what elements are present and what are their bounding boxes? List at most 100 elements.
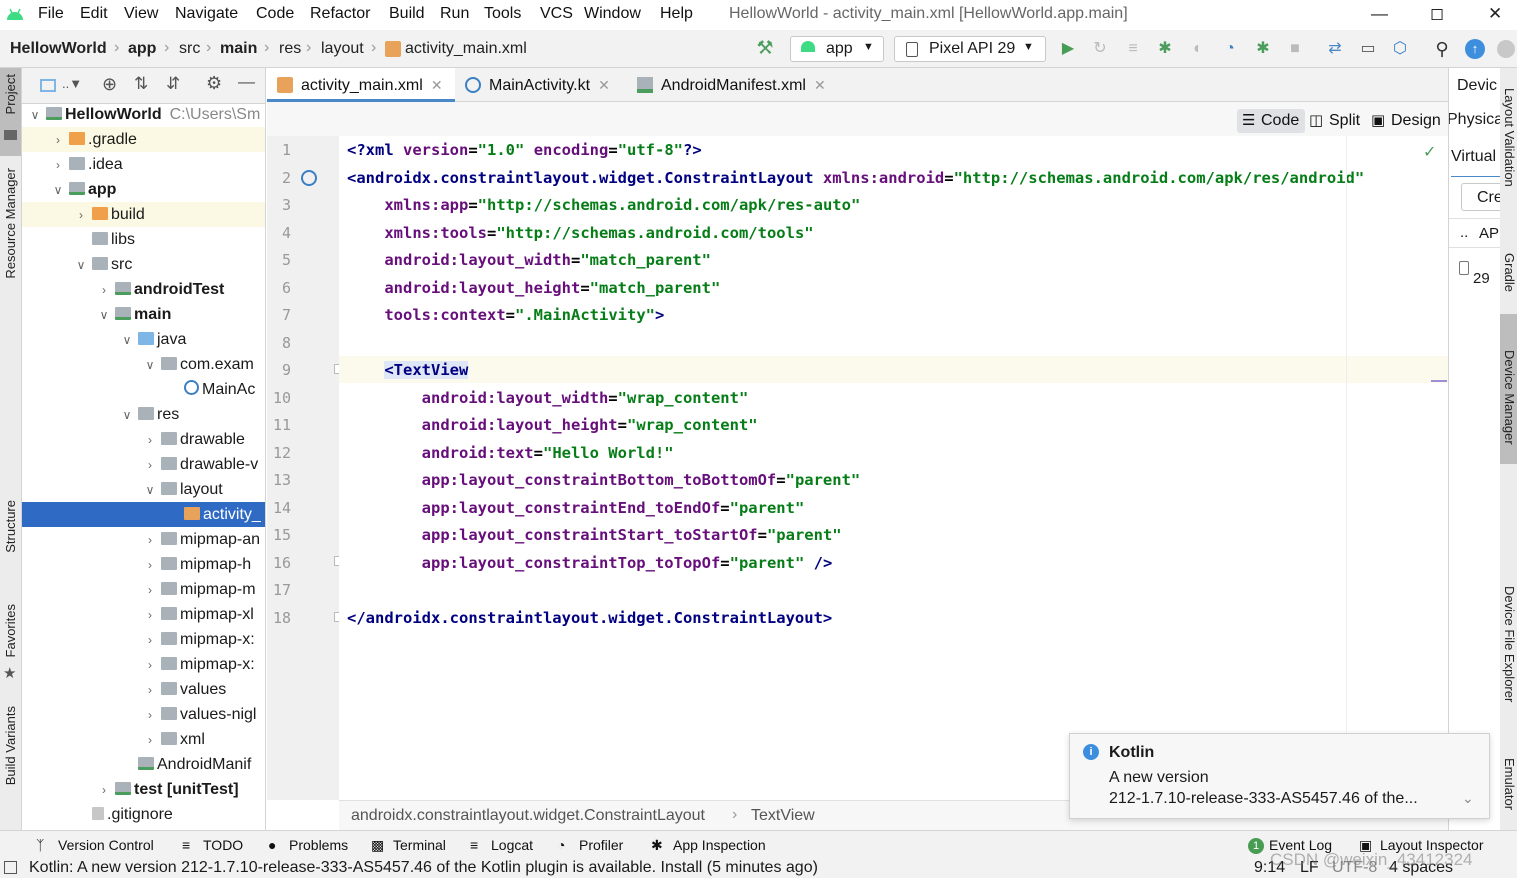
chevron-right-icon[interactable]: › (51, 128, 65, 153)
avatar[interactable] (1497, 40, 1515, 58)
collapse-all-icon[interactable]: ⇵ (166, 74, 180, 94)
tree-item[interactable]: › mipmap-xl (22, 602, 265, 627)
gear-icon[interactable]: ⚙ (206, 73, 222, 94)
chevron-right-icon[interactable]: › (143, 453, 157, 478)
menu-view[interactable]: View (124, 5, 158, 23)
menu-run[interactable]: Run (440, 5, 469, 23)
device-file-explorer-tool-tab[interactable]: Device File Explorer (1502, 586, 1517, 702)
tree-item[interactable]: libs (22, 227, 265, 252)
menu-code[interactable]: Code (256, 5, 294, 23)
locate-icon[interactable]: ⊕ (102, 74, 117, 95)
tab-activity-main-xml[interactable]: activity_main.xml ✕ (267, 68, 455, 102)
tree-item[interactable]: › .gradle (22, 127, 265, 153)
tree-item[interactable]: › test [unitTest] (22, 777, 265, 802)
chevron-right-icon[interactable]: › (51, 153, 65, 178)
coverage-icon[interactable]: ◐ (1188, 39, 1208, 59)
tool-version-control[interactable]: Version Control (58, 837, 154, 853)
breadcrumb-constraint-layout[interactable]: androidx.constraintlayout.widget.Constra… (351, 807, 705, 825)
breadcrumb-textview[interactable]: TextView (751, 807, 815, 825)
chevron-right-icon[interactable]: › (143, 678, 157, 703)
tree-item[interactable]: ∨ com.exam (22, 352, 265, 378)
code-mode-button[interactable]: ☰ Code (1237, 109, 1306, 133)
resource-manager-tool-tab[interactable]: Resource Manager (3, 168, 18, 279)
class-gutter-icon[interactable] (301, 170, 317, 186)
chevron-down-icon[interactable]: ∨ (51, 178, 65, 203)
close-tab-icon[interactable]: ✕ (598, 77, 610, 93)
split-mode-button[interactable]: ◫ Split (1305, 109, 1366, 133)
close-tab-icon[interactable]: ✕ (814, 77, 826, 93)
crumb-res[interactable]: res (279, 40, 301, 58)
crumb-app[interactable]: app (128, 40, 156, 58)
tree-item[interactable]: AndroidManif (22, 752, 265, 777)
tool-terminal[interactable]: Terminal (393, 837, 446, 853)
tool-problems[interactable]: Problems (289, 837, 348, 853)
menu-refactor[interactable]: Refactor (310, 5, 370, 23)
tool-logcat[interactable]: Logcat (491, 837, 533, 853)
profile-icon[interactable]: ◔ (1220, 39, 1240, 59)
chevron-right-icon[interactable]: › (143, 428, 157, 453)
layout-validation-tool-tab[interactable]: Layout Validation (1502, 88, 1517, 187)
chevron-right-icon[interactable]: › (97, 278, 111, 303)
status-toggle-icon[interactable] (4, 861, 17, 874)
tree-item[interactable]: ∨ src (22, 252, 265, 277)
tree-item[interactable]: ∨ main (22, 302, 265, 328)
menu-file[interactable]: File (38, 5, 64, 23)
tree-item[interactable]: › mipmap-x: (22, 627, 265, 652)
close-tab-icon[interactable]: ✕ (431, 77, 443, 93)
chevron-down-icon[interactable]: ∨ (97, 303, 111, 328)
tab-physical[interactable]: Physica (1449, 111, 1500, 129)
apply-changes-icon[interactable]: ↻ (1090, 39, 1110, 59)
device-dropdown[interactable]: Pixel API 29 ▼ (894, 36, 1046, 62)
run-icon[interactable]: ▶ (1058, 39, 1078, 59)
tree-item[interactable]: MainAc (22, 377, 265, 402)
crumb-file[interactable]: activity_main.xml (405, 40, 527, 58)
chevron-right-icon[interactable]: › (143, 703, 157, 728)
crumb-layout[interactable]: layout (321, 40, 364, 58)
code-editor[interactable]: <?xml version="1.0" encoding="utf-8"?> <a… (339, 136, 1448, 800)
tree-item[interactable]: ∨ java (22, 327, 265, 353)
crumb-project[interactable]: HellowWorld (10, 40, 107, 58)
update-icon[interactable]: ↑ (1465, 39, 1485, 59)
tool-todo[interactable]: TODO (203, 837, 243, 853)
expand-all-icon[interactable]: ⇅ (134, 74, 148, 94)
chevron-down-icon[interactable]: ∨ (143, 353, 157, 378)
crumb-src[interactable]: src (179, 40, 200, 58)
tree-item[interactable]: ∨ layout (22, 477, 265, 502)
device-manager-tool-tab[interactable]: Device Manager (1500, 314, 1517, 464)
menu-tools[interactable]: Tools (484, 5, 521, 23)
tree-item[interactable]: .gitignore (22, 802, 265, 827)
tool-profiler[interactable]: Profiler (579, 837, 623, 853)
maximize-icon[interactable]: ◻ (1430, 4, 1444, 24)
structure-tool-tab[interactable]: Structure (3, 500, 18, 553)
attach-debugger-icon[interactable]: ✱ (1253, 39, 1273, 59)
tab-virtual[interactable]: Virtual (1451, 148, 1496, 166)
tree-item[interactable]: › mipmap-x: (22, 652, 265, 678)
tree-item[interactable]: ∨ res (22, 402, 265, 428)
close-icon[interactable]: ✕ (1488, 4, 1502, 24)
menu-build[interactable]: Build (389, 5, 425, 23)
crumb-main[interactable]: main (220, 40, 257, 58)
gradle-tool-tab[interactable]: Gradle (1502, 253, 1517, 292)
sdk-manager-icon[interactable]: ⬡ (1390, 39, 1410, 59)
menu-edit[interactable]: Edit (80, 5, 108, 23)
device-manager-icon[interactable]: ▭ (1358, 39, 1378, 59)
menu-help[interactable]: Help (660, 5, 693, 23)
chevron-down-icon[interactable]: ∨ (28, 103, 42, 128)
chevron-down-icon[interactable]: ∨ (120, 328, 134, 353)
tree-item[interactable]: › mipmap-m (22, 577, 265, 602)
menu-vcs[interactable]: VCS (540, 5, 573, 23)
tree-item[interactable]: › androidTest (22, 277, 265, 303)
design-mode-button[interactable]: ▣ Design (1367, 109, 1447, 133)
run-config-dropdown[interactable]: app ▼ (790, 36, 884, 62)
chevron-down-icon[interactable]: ∨ (120, 403, 134, 428)
apply-code-changes-icon[interactable]: ≡ (1123, 39, 1143, 59)
tab-main-activity-kt[interactable]: MainActivity.kt ✕ (455, 68, 621, 102)
chevron-right-icon[interactable]: › (143, 728, 157, 753)
tree-item[interactable]: › values-nigl (22, 702, 265, 728)
view-dropdown-icon[interactable]: ..▼ (62, 76, 82, 91)
hide-panel-icon[interactable]: — (238, 72, 255, 92)
status-message[interactable]: Kotlin: A new version 212-1.7.10-release… (29, 859, 818, 877)
emulator-tool-tab[interactable]: Emulator (1502, 758, 1517, 810)
chevron-right-icon[interactable]: › (143, 653, 157, 678)
chevron-right-icon[interactable]: › (143, 528, 157, 553)
